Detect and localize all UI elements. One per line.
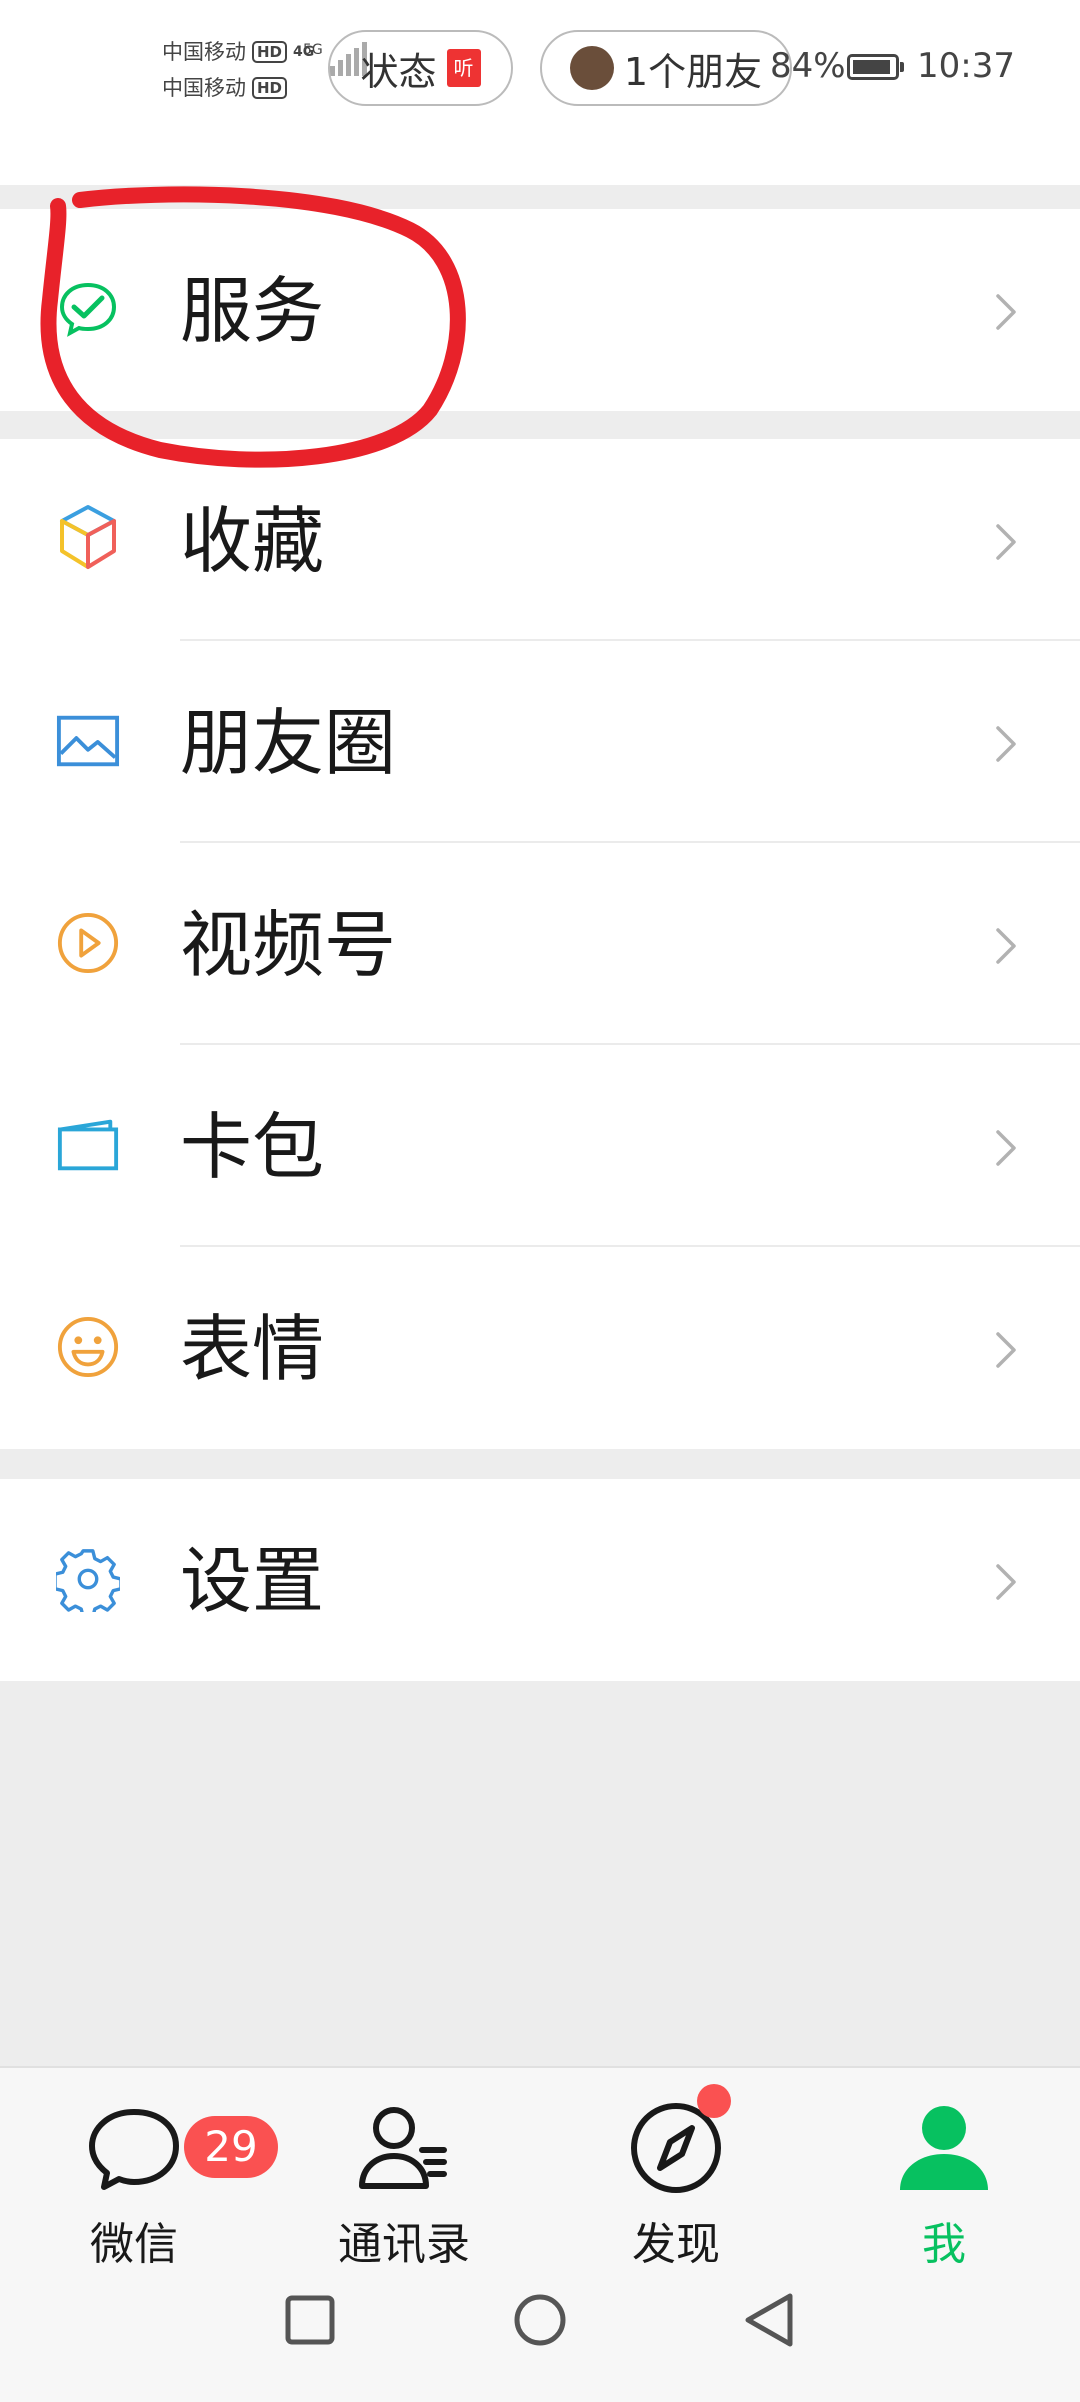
tab-label: 微信 <box>90 2219 178 2270</box>
wechat-pay-check-icon <box>56 269 120 349</box>
tab-label: 通讯录 <box>338 2219 470 2270</box>
main-menu-group: 收藏 朋友圈 视频号 卡包 表情 <box>0 439 1080 1449</box>
menu-item-moments[interactable]: 朋友圈 <box>0 641 1080 843</box>
chevron-right-icon <box>996 1564 1016 1600</box>
carrier-2: 中国移动 <box>162 76 246 100</box>
image-landscape-icon <box>56 701 120 781</box>
menu-item-label: 卡包 <box>180 1105 325 1189</box>
cube-icon <box>56 499 120 579</box>
chevron-right-icon <box>996 1332 1016 1368</box>
battery-percent: 84% <box>770 46 846 86</box>
menu-item-settings[interactable]: 设置 <box>0 1479 1080 1681</box>
battery-icon <box>847 54 904 80</box>
tab-label: 发现 <box>632 2219 720 2270</box>
chevron-right-icon <box>996 294 1016 330</box>
carrier-1: 中国移动 <box>162 40 246 64</box>
smiley-icon <box>56 1307 120 1387</box>
avatar <box>569 46 614 90</box>
menu-item-stickers[interactable]: 表情 <box>0 1247 1080 1449</box>
network-type-2: 5G <box>303 42 323 58</box>
home-circle-icon[interactable] <box>500 2280 580 2360</box>
system-nav-bar <box>0 2280 1080 2400</box>
tab-label: 我 <box>922 2219 966 2270</box>
menu-item-service[interactable]: 服务 <box>0 209 1080 411</box>
chevron-right-icon <box>996 524 1016 560</box>
menu-item-card-wallet[interactable]: 卡包 <box>0 1045 1080 1247</box>
card-wallet-icon <box>56 1105 120 1185</box>
tab-me[interactable]: 我 <box>844 2098 1044 2270</box>
listen-badge-icon: 听 <box>446 49 481 87</box>
tab-contacts[interactable]: 通讯录 <box>304 2098 504 2270</box>
gear-icon <box>56 1539 120 1619</box>
menu-item-favorites[interactable]: 收藏 <box>0 439 1080 641</box>
menu-item-label: 朋友圈 <box>180 701 397 785</box>
discover-notification-dot <box>697 2084 731 2118</box>
friends-pill-label: 1个朋友 <box>623 49 763 94</box>
chat-bubble-icon <box>89 2109 179 2190</box>
recent-apps-square-icon[interactable] <box>270 2280 350 2360</box>
menu-item-channels[interactable]: 视频号 <box>0 843 1080 1045</box>
status-bar: 中国移动 HD 4G 中国移动 HD 5G 状态 听 1个朋友 84% 10:37 <box>0 0 1080 185</box>
menu-item-label: 服务 <box>180 269 325 353</box>
hd-badge-2: HD <box>252 77 288 99</box>
contacts-icon <box>359 2107 447 2189</box>
chevron-right-icon <box>996 726 1016 762</box>
status-pill-label: 状态 <box>360 49 437 94</box>
play-circle-icon <box>56 903 120 983</box>
chevron-right-icon <box>996 1130 1016 1166</box>
service-group: 服务 <box>0 209 1080 411</box>
unread-count-badge: 29 <box>184 2116 278 2178</box>
clock: 10:37 <box>917 46 1015 86</box>
menu-item-label: 表情 <box>180 1307 325 1391</box>
friends-pill[interactable]: 1个朋友 <box>540 30 792 106</box>
status-pill[interactable]: 状态 听 <box>328 30 513 106</box>
tab-chats[interactable]: 29 微信 <box>34 2098 278 2270</box>
chevron-right-icon <box>996 928 1016 964</box>
menu-item-label: 视频号 <box>180 903 397 987</box>
menu-item-label: 收藏 <box>180 499 325 583</box>
hd-badge-1: HD <box>252 41 288 63</box>
tab-discover[interactable]: 发现 <box>576 2098 776 2270</box>
person-icon <box>900 2106 988 2190</box>
carrier-info: 中国移动 HD 4G 中国移动 HD <box>162 34 314 106</box>
menu-item-label: 设置 <box>180 1539 325 1623</box>
settings-group: 设置 <box>0 1479 1080 1681</box>
back-triangle-icon[interactable] <box>730 2280 810 2360</box>
